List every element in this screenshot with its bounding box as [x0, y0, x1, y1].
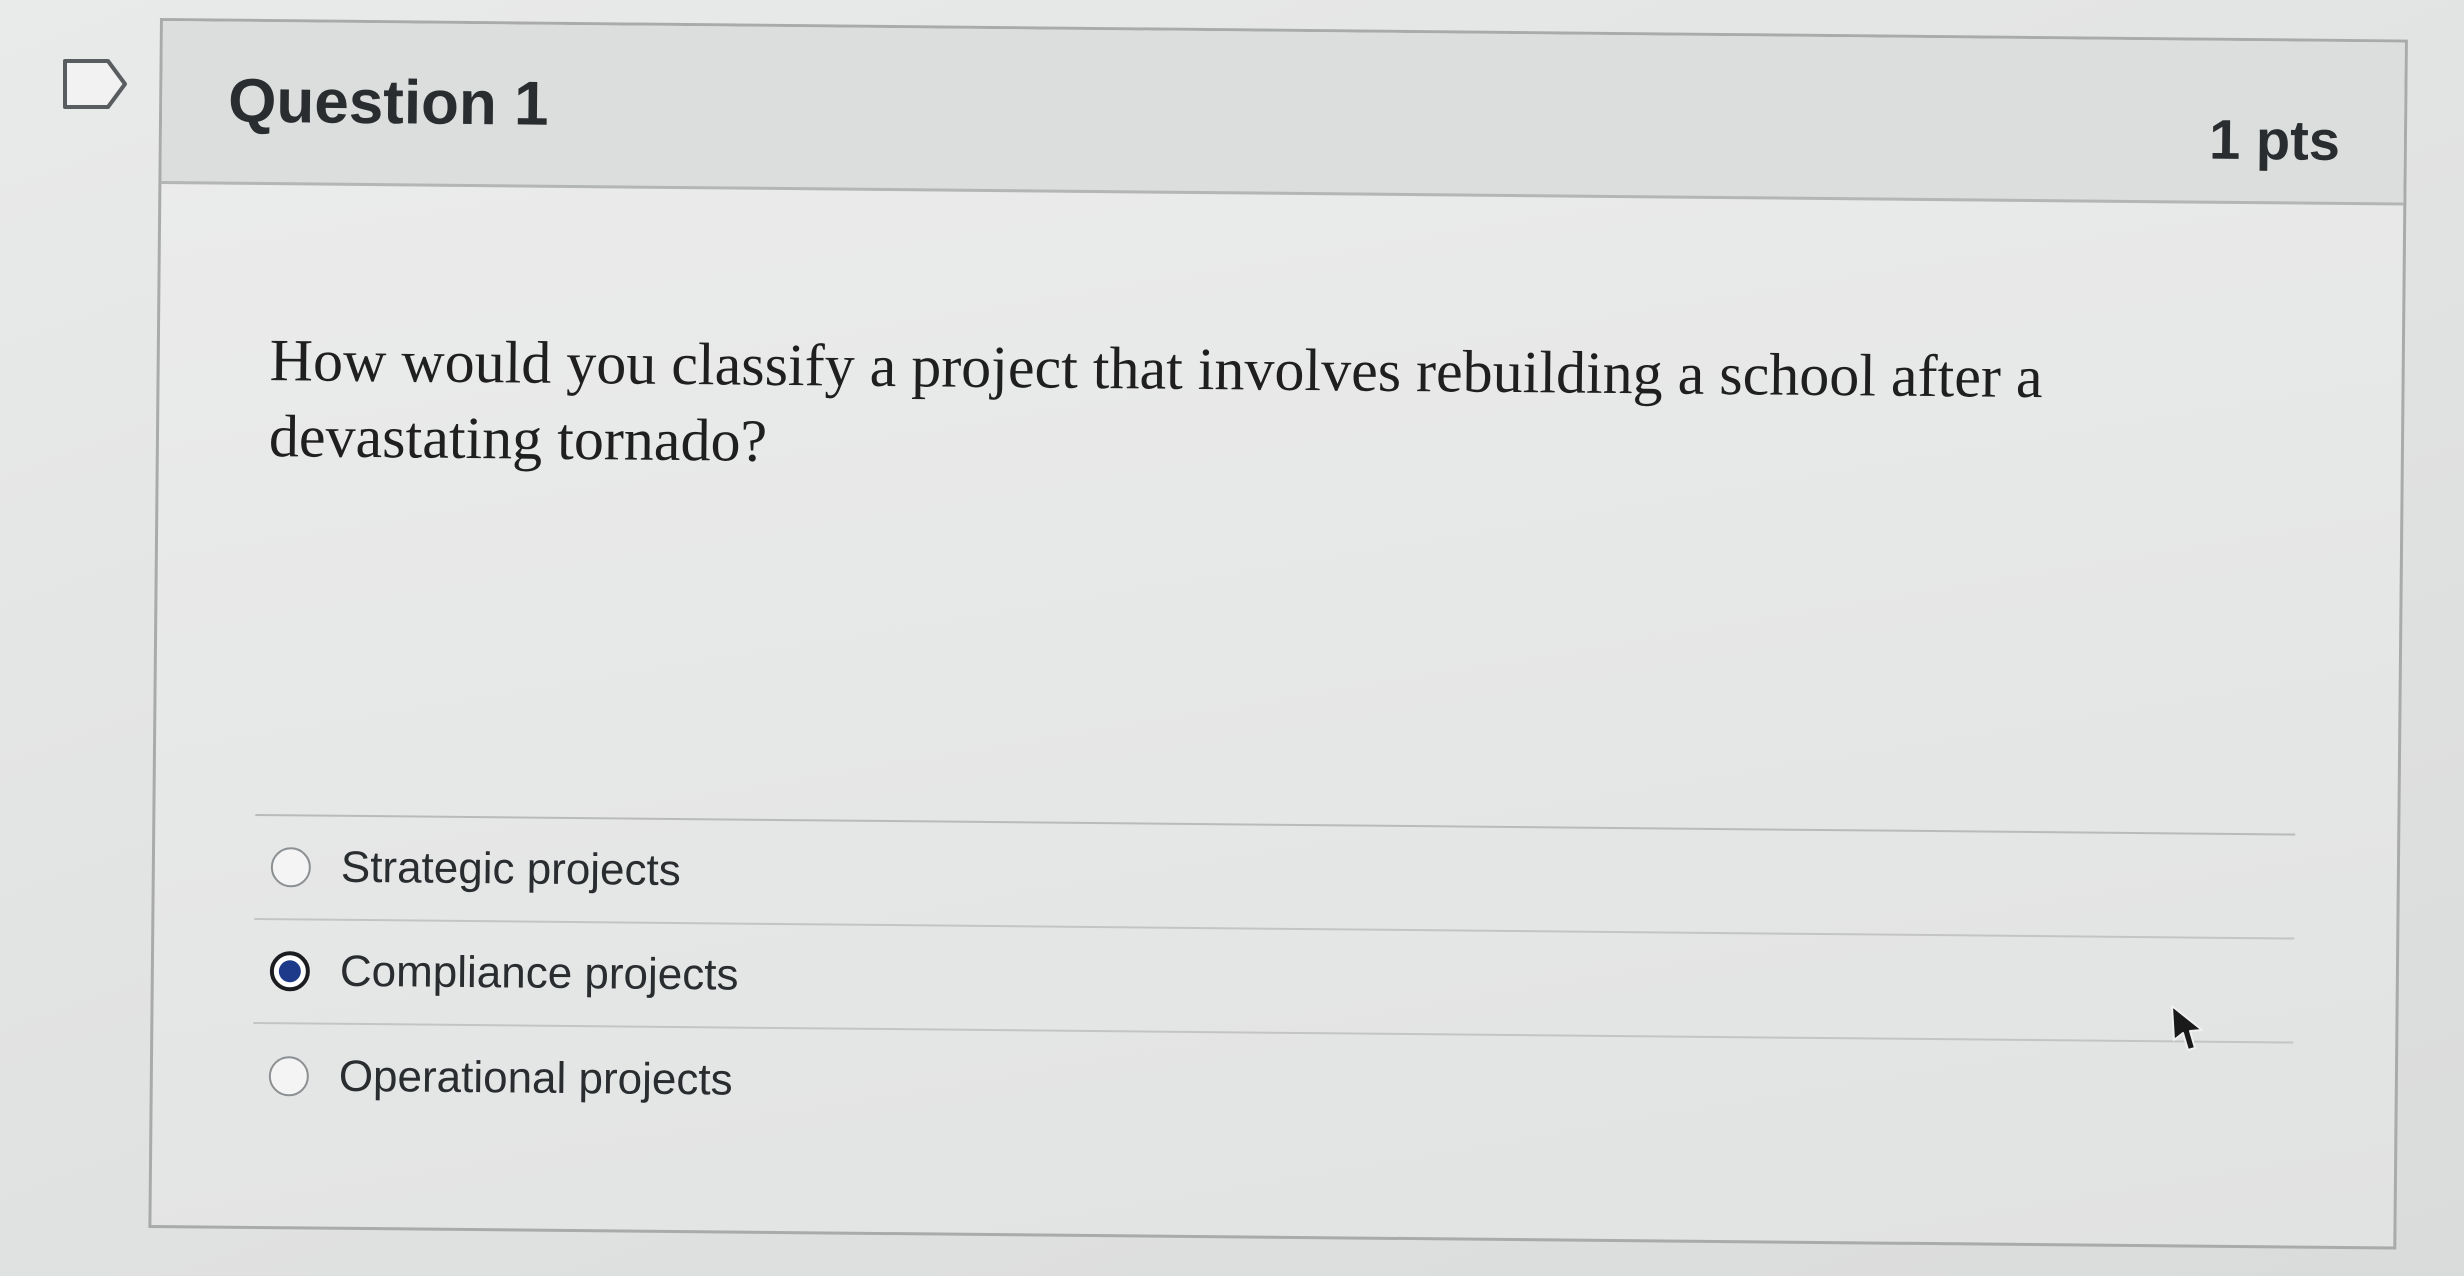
flag-question-icon[interactable] [62, 58, 128, 110]
mouse-pointer-icon [2171, 1005, 2203, 1051]
answer-option-operational[interactable]: Operational projects [252, 1024, 2293, 1148]
question-header: Question 1 1 pts [161, 21, 2405, 206]
question-card: Question 1 1 pts How would you classify … [148, 18, 2408, 1250]
answer-option-compliance[interactable]: Compliance projects [253, 919, 2295, 1044]
radio-unselected-icon[interactable] [270, 847, 312, 888]
question-points: 1 pts [2208, 107, 2341, 172]
question-text: How would you classify a project that in… [268, 327, 2043, 474]
answer-label[interactable]: Compliance projects [340, 947, 739, 1001]
radio-selected-icon[interactable] [269, 951, 311, 992]
question-title: Question 1 [227, 66, 549, 139]
radio-unselected-icon[interactable] [268, 1056, 310, 1097]
answer-label[interactable]: Operational projects [339, 1052, 733, 1106]
answer-option-strategic[interactable]: Strategic projects [254, 815, 2296, 940]
answer-list: Strategic projects Compliance projects O… [252, 813, 2296, 1148]
answer-label[interactable]: Strategic projects [341, 843, 681, 896]
